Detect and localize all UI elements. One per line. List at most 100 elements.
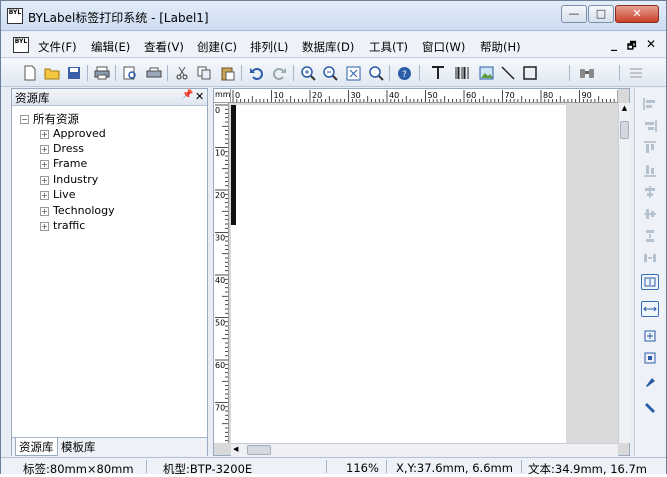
ruler-label: 60 [466,91,476,100]
align-right-icon[interactable] [641,118,659,134]
print-preview-icon[interactable] [121,64,139,82]
menu-window[interactable]: 窗口(W) [422,39,465,55]
tree-node-label: traffic [53,219,86,232]
menu-arrange[interactable]: 排列(L) [250,39,288,55]
save-icon[interactable] [65,64,83,82]
vertical-scrollbar[interactable]: ▲ [618,103,630,443]
expand-icon[interactable]: + [40,206,49,216]
ruler-label: 70 [505,91,515,100]
tree-node-traffic[interactable]: + traffic [40,219,85,232]
line-icon[interactable] [499,64,517,82]
label-paper[interactable] [231,105,566,443]
tree-node-label: Frame [53,157,88,170]
distribute-h-icon[interactable] [641,250,659,266]
rotate-icon[interactable] [641,400,659,416]
menu-create[interactable]: 创建(C) [197,39,237,55]
scroll-thumb[interactable] [620,121,629,139]
pin-icon[interactable]: 📌 [182,90,193,100]
paste-icon[interactable] [219,64,237,82]
scroll-thumb-h[interactable] [247,445,271,455]
expand-icon[interactable]: + [40,175,49,185]
main-toolbar: ? [1,59,666,87]
expand-icon[interactable]: + [40,190,49,200]
ruler-label: 70 [215,404,225,413]
align-top-icon[interactable] [641,140,659,156]
copy-icon[interactable] [195,64,213,82]
status-printer-model: 机型:BTP-3200E [163,462,253,476]
ruler-label: 0 [215,106,220,115]
align-bottom-icon[interactable] [641,162,659,178]
expand-icon[interactable]: + [40,221,49,231]
tree-node-live[interactable]: + Live [40,188,75,201]
tree-node-industry[interactable]: + Industry [40,173,98,186]
text-icon[interactable] [429,64,447,82]
tree-node-approved[interactable]: + Approved [40,127,106,140]
rectangle-icon[interactable] [521,64,539,82]
tree-node-technology[interactable]: + Technology [40,204,115,217]
ruler-label: 20 [215,191,225,200]
same-height-icon[interactable] [641,274,659,290]
tree-node-frame[interactable]: + Frame [40,157,87,170]
image-icon[interactable] [477,64,495,82]
scroll-left-icon[interactable]: ◀ [233,445,243,455]
menu-view[interactable]: 查看(V) [144,39,184,55]
svg-text:?: ? [402,70,407,80]
open-icon[interactable] [43,64,61,82]
cut-icon[interactable] [173,64,191,82]
center-page-icon[interactable] [641,350,659,366]
resource-panel-header: 资源库 📌 ✕ [12,89,207,106]
menu-database[interactable]: 数据库(D) [302,39,354,55]
zoom-out-icon[interactable] [321,64,339,82]
tree-node-label: Technology [53,204,115,217]
minimize-button[interactable]: — [561,5,587,23]
same-size-icon[interactable] [641,328,659,344]
menu-edit[interactable]: 编辑(E) [91,39,130,55]
scroll-up-icon[interactable]: ▲ [620,104,629,114]
mdi-minimize-button[interactable]: _ [611,37,617,51]
center-v-icon[interactable] [641,206,659,222]
align-left-icon[interactable] [641,96,659,112]
expand-icon[interactable]: + [40,144,49,154]
print-icon[interactable] [93,64,111,82]
zoom-fit-icon[interactable] [344,64,362,82]
horizontal-scrollbar[interactable]: ◀ [231,443,618,456]
expand-icon[interactable]: + [40,159,49,169]
grid-icon[interactable] [627,64,645,82]
print-setup-icon[interactable] [145,64,163,82]
menu-file[interactable]: 文件(F) [38,39,77,55]
tree-root[interactable]: − 所有资源 [20,111,79,127]
resource-panel: 资源库 📌 ✕ − 所有资源 + Approved + Dress + Frame + I… [11,88,208,456]
new-icon[interactable] [21,64,39,82]
undo-icon[interactable] [247,64,265,82]
panel-close-icon[interactable]: ✕ [195,90,204,103]
center-h-icon[interactable] [641,184,659,200]
horizontal-ruler-ticks: 0 10 20 30 40 50 60 70 80 90 [232,90,618,102]
tab-resources[interactable]: 资源库 [15,438,58,456]
redo-icon[interactable] [271,64,289,82]
ruler-label: 90 [582,91,592,100]
barcode-icon[interactable] [453,64,471,82]
mdi-restore-button[interactable]: 🗗 [627,39,636,56]
menu-help[interactable]: 帮助(H) [480,39,521,55]
ruler-label: 10 [215,149,225,158]
document-icon[interactable]: BYL [13,37,29,53]
ruler-label: 30 [351,91,361,100]
mdi-close-button[interactable]: ✕ [646,37,656,51]
close-button[interactable]: ✕ [615,5,659,23]
menu-tools[interactable]: 工具(T) [369,39,408,55]
status-cursor-xy: X,Y:37.6mm, 6.6mm [396,461,513,475]
expand-icon[interactable]: + [40,129,49,139]
tree-node-dress[interactable]: + Dress [40,142,84,155]
maximize-button[interactable]: □ [588,5,614,23]
same-width-icon[interactable] [641,301,659,317]
ruler-unit: mm [215,90,231,99]
tab-templates[interactable]: 模板库 [58,438,99,456]
paint-icon[interactable] [641,374,659,390]
zoom-in-icon[interactable] [299,64,317,82]
ruler-label: 60 [215,361,225,370]
collapse-icon[interactable]: − [20,115,29,124]
find-icon[interactable] [578,64,596,82]
distribute-v-icon[interactable] [641,228,659,244]
help-icon[interactable]: ? [395,64,413,82]
zoom-custom-icon[interactable] [367,64,385,82]
